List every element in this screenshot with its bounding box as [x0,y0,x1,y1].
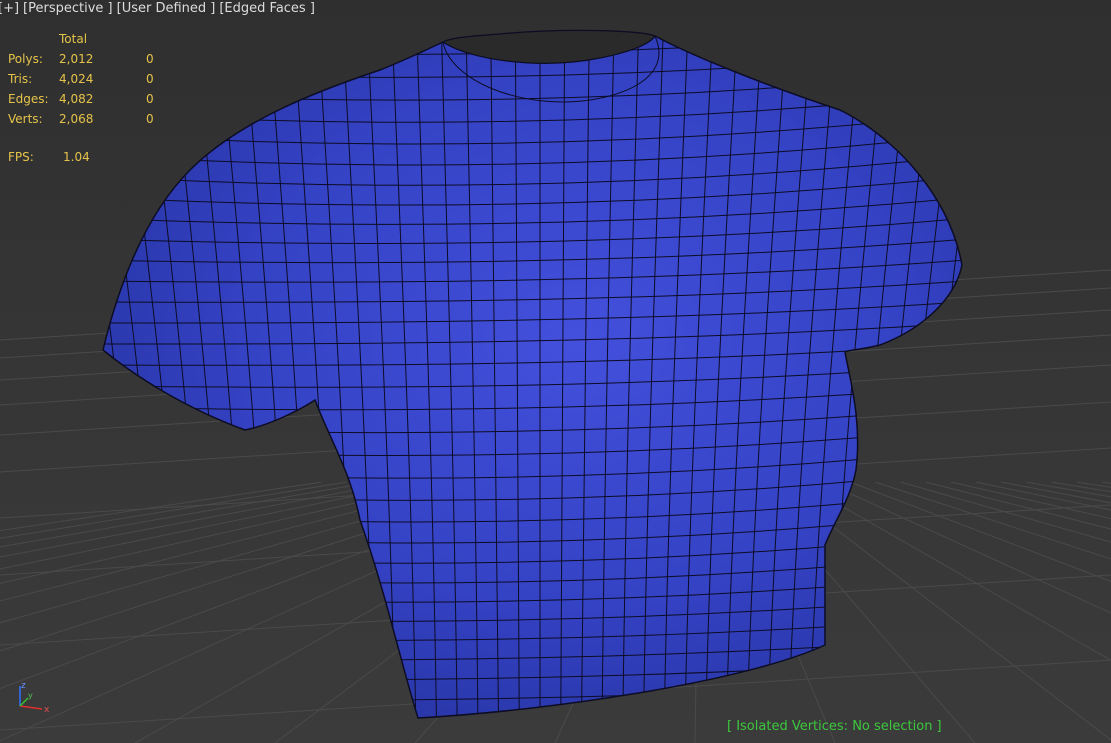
grid-line [1001,481,1111,504]
grid-line [850,481,1111,582]
grid-line [950,481,1111,520]
fps-readout: FPS: 1.04 [8,147,128,167]
mesh-edge [103,33,127,718]
mesh-edge [103,33,148,718]
mesh-edge [891,33,960,718]
stats-selected: 0 [146,72,154,86]
axis-z-label: z [21,681,26,691]
tshirt-mesh[interactable] [47,28,1008,743]
stats-label: Polys: [8,52,43,66]
stats-label: Verts: [8,112,43,126]
stats-selected: 0 [146,92,154,106]
viewport-view-menu[interactable]: [Perspective ] [23,1,113,16]
axis-tripod-icon: z x y [19,681,50,715]
stats-selected: 0 [146,52,154,66]
axis-y-label: y [28,691,33,700]
stats-label: Tris: [8,72,33,86]
viewport-plus-menu[interactable]: [+] [0,1,19,16]
mesh-edge [932,33,962,718]
stats-total: 4,082 [59,92,94,106]
fps-label: FPS: [8,150,34,164]
fps-value: 1.04 [63,150,90,164]
stats-total: 2,068 [59,112,94,126]
scene-canvas[interactable] [0,0,1111,743]
axis-x-label: x [44,705,50,715]
stats-total-header: Total [59,32,88,46]
stats-label: Edges: [8,92,49,106]
viewport-display-menu[interactable]: [Edged Faces ] [219,1,315,16]
perspective-viewport[interactable]: [+] [Perspective ] [User Defined ] [Edged F… [0,0,1111,743]
viewport-shading-menu[interactable]: [User Defined ] [117,1,216,16]
stats-total: 4,024 [59,72,94,86]
mesh-edge [911,33,962,718]
viewport-label-menu[interactable]: [+] [Perspective ] [User Defined ] [Edged F… [0,1,319,16]
stats-total: 2,012 [59,52,94,66]
stats-selected: 0 [146,112,154,126]
isolated-vertices-status: [ Isolated Vertices: No selection ] [727,719,942,734]
